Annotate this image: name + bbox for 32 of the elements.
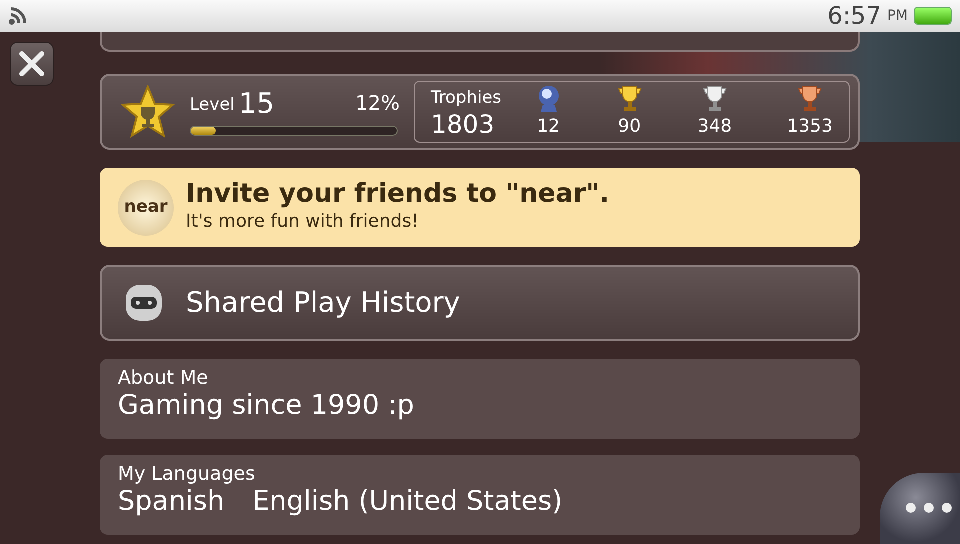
helmet-icon xyxy=(124,283,164,323)
close-icon xyxy=(19,51,45,77)
section-value: English (United States) xyxy=(252,486,563,518)
profile-section[interactable]: About Me Gaming since 1990 :p xyxy=(100,359,860,439)
section-heading: About Me xyxy=(118,367,210,390)
section-heading: My Languages xyxy=(118,463,256,486)
star-trophy-icon xyxy=(120,85,176,139)
trophy-count: 90 xyxy=(618,114,642,138)
battery-icon xyxy=(914,7,952,25)
app-logo: near xyxy=(118,180,174,236)
trophy-count: 12 xyxy=(537,114,560,138)
section-value: Spanish xyxy=(118,486,225,518)
options-button[interactable] xyxy=(880,473,960,544)
clock-period: PM xyxy=(887,6,908,26)
cup-trophy-icon xyxy=(797,84,824,112)
level-value: 15 xyxy=(238,90,275,118)
clock-time: 6:57 xyxy=(828,1,882,32)
trophy-count: 1353 xyxy=(787,114,833,138)
profile-section[interactable]: My Languages Spanish English (United States) xyxy=(100,455,860,535)
invite-banner[interactable]: near Invite your friends to "near". It's more fun with friends! xyxy=(100,168,860,247)
trophy-count: 348 xyxy=(698,114,732,138)
close-button[interactable] xyxy=(10,42,54,86)
banner-title: Invite your friends to "near". xyxy=(186,180,610,208)
level-label: Level xyxy=(190,94,235,116)
section-value: Gaming since 1990 :p xyxy=(118,390,414,422)
trophies-total: 1803 xyxy=(431,111,496,138)
banner-subtitle: It's more fun with friends! xyxy=(186,210,420,234)
trophies-label: Trophies xyxy=(431,86,502,110)
cup-trophy-icon xyxy=(616,84,643,112)
shared-play-history-button[interactable]: Shared Play History xyxy=(100,265,860,341)
cup-trophy-icon xyxy=(702,84,728,112)
level-percent: 12% xyxy=(356,90,400,117)
